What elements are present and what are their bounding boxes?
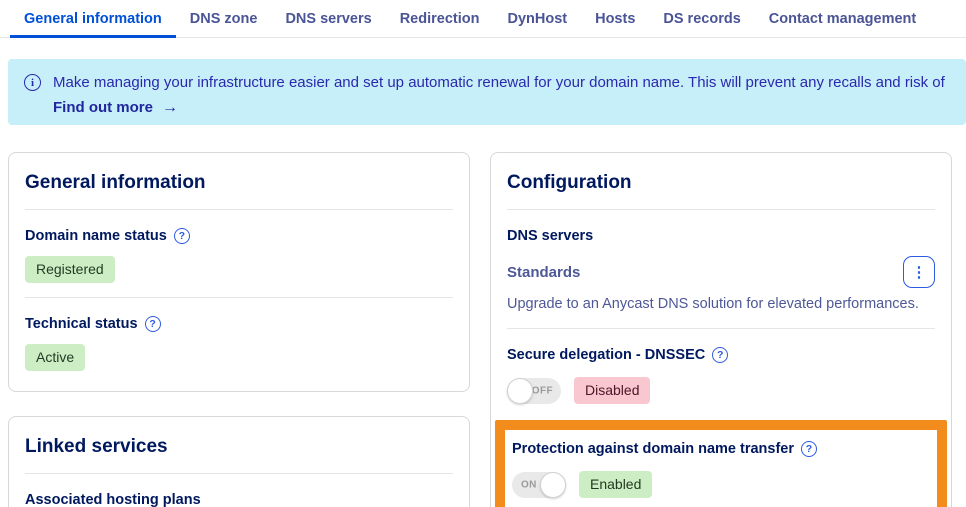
general-information-card: General information Domain name status ?… [8, 152, 470, 392]
tab-dynhost[interactable]: DynHost [493, 0, 581, 37]
tab-dns-zone[interactable]: DNS zone [176, 0, 272, 37]
domain-name-status-label-row: Domain name status ? [25, 226, 453, 246]
technical-status-label-row: Technical status ? [25, 314, 453, 334]
help-icon[interactable]: ? [712, 347, 728, 363]
banner-text: Make managing your infrastructure easier… [53, 71, 950, 119]
divider [507, 209, 935, 210]
configuration-card: Configuration DNS servers Standards ⋮ Up… [490, 152, 952, 507]
transfer-protection-highlight: Protection against domain name transfer … [495, 420, 947, 507]
find-out-more-label: Find out more [53, 96, 153, 119]
tab-hosts[interactable]: Hosts [581, 0, 649, 37]
transfer-protection-toggle[interactable]: ON [512, 472, 566, 498]
dnssec-toggle-state-label: OFF [532, 385, 553, 396]
tab-ds-records[interactable]: DS records [649, 0, 754, 37]
divider [25, 209, 453, 210]
linked-services-card: Linked services Associated hosting plans… [8, 416, 470, 507]
card-title-configuration: Configuration [507, 171, 935, 195]
dnssec-toggle[interactable]: OFF [507, 378, 561, 404]
transfer-protection-status-badge: Enabled [579, 471, 652, 498]
dns-type-value: Standards [507, 264, 580, 281]
divider [507, 328, 935, 329]
card-title-linked-services: Linked services [25, 435, 453, 459]
technical-status-badge: Active [25, 344, 85, 371]
info-icon: i [24, 74, 41, 91]
divider [25, 473, 453, 474]
cards-layout: General information Domain name status ?… [8, 152, 952, 507]
transfer-protection-label: Protection against domain name transfer [512, 439, 794, 459]
domain-tab-bar: General information DNS zone DNS servers… [0, 0, 966, 38]
dnssec-label: Secure delegation - DNSSEC [507, 345, 705, 365]
domain-name-status-badge: Registered [25, 256, 115, 283]
banner-message: Make managing your infrastructure easier… [53, 71, 950, 94]
dnssec-label-row: Secure delegation - DNSSEC ? [507, 345, 935, 365]
dns-options-button[interactable]: ⋮ [903, 256, 935, 288]
arrow-right-icon: → [162, 96, 178, 119]
help-icon[interactable]: ? [145, 316, 161, 332]
toggle-knob [507, 378, 533, 404]
dnssec-toggle-row: OFF Disabled [507, 377, 935, 404]
transfer-toggle-state-label: ON [521, 479, 537, 490]
auto-renewal-info-banner: i Make managing your infrastructure easi… [8, 59, 966, 125]
dns-type-row: Standards ⋮ [507, 256, 935, 288]
dnssec-status-badge: Disabled [574, 377, 650, 404]
find-out-more-link[interactable]: Find out more → [53, 96, 178, 119]
transfer-protection-label-row: Protection against domain name transfer … [512, 439, 927, 459]
tab-general-information[interactable]: General information [10, 0, 176, 37]
divider [25, 297, 453, 298]
tab-redirection[interactable]: Redirection [386, 0, 494, 37]
help-icon[interactable]: ? [174, 228, 190, 244]
tab-contact-management[interactable]: Contact management [755, 0, 930, 37]
associated-hosting-plans-label: Associated hosting plans [25, 490, 453, 507]
associated-hosting-plans-text: Associated hosting plans [25, 490, 201, 507]
transfer-protection-toggle-row: ON Enabled [512, 471, 927, 498]
anycast-upsell-text: Upgrade to an Anycast DNS solution for e… [507, 294, 935, 314]
technical-status-label: Technical status [25, 314, 138, 334]
domain-name-status-label: Domain name status [25, 226, 167, 246]
help-icon[interactable]: ? [801, 441, 817, 457]
right-column: Configuration DNS servers Standards ⋮ Up… [490, 152, 952, 507]
left-column: General information Domain name status ?… [8, 152, 470, 507]
dns-servers-label: DNS servers [507, 226, 935, 246]
card-title-general-information: General information [25, 171, 453, 195]
toggle-knob [540, 472, 566, 498]
dns-servers-text: DNS servers [507, 226, 593, 246]
tab-dns-servers[interactable]: DNS servers [271, 0, 385, 37]
